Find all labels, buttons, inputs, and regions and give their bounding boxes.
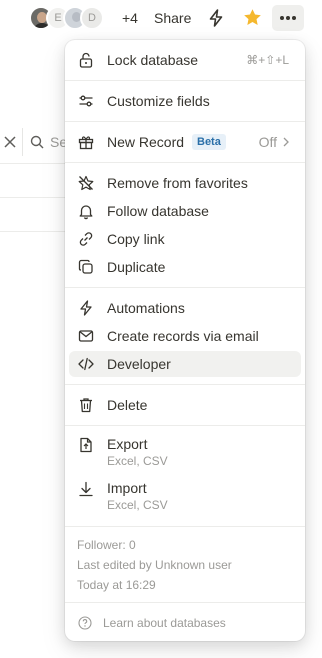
favorite-star-icon[interactable] bbox=[242, 7, 263, 28]
keyboard-shortcut: ⌘+⇧+L bbox=[246, 53, 289, 67]
share-button[interactable]: Share bbox=[154, 10, 191, 26]
ellipsis-icon bbox=[280, 16, 296, 20]
database-options-menu: Lock database ⌘+⇧+L Customize fields New… bbox=[65, 40, 305, 641]
automations-bolt-icon[interactable] bbox=[206, 8, 226, 28]
trash-icon bbox=[77, 396, 95, 414]
menu-item-automations[interactable]: Automations bbox=[69, 295, 301, 321]
menu-item-delete[interactable]: Delete bbox=[69, 392, 301, 418]
menu-separator bbox=[65, 384, 305, 385]
menu-item-lock-database[interactable]: Lock database ⌘+⇧+L bbox=[69, 47, 301, 73]
avatar[interactable]: D bbox=[80, 6, 104, 30]
last-edited-time: Today at 16:29 bbox=[77, 578, 156, 592]
divider bbox=[0, 163, 66, 164]
menu-separator bbox=[65, 287, 305, 288]
export-formats: Excel, CSV bbox=[107, 454, 168, 468]
divider bbox=[0, 231, 66, 232]
divider bbox=[0, 197, 66, 198]
help-icon bbox=[77, 615, 93, 631]
divider bbox=[22, 128, 23, 156]
learn-about-databases-link[interactable]: Learn about databases bbox=[73, 612, 297, 634]
bolt-icon bbox=[77, 299, 95, 317]
lock-icon bbox=[77, 51, 95, 69]
last-edited-by: Last edited by Unknown user bbox=[77, 558, 232, 572]
duplicate-icon bbox=[77, 258, 95, 276]
export-file-icon bbox=[77, 436, 95, 454]
menu-item-export[interactable]: Export Excel, CSV bbox=[69, 432, 301, 476]
menu-item-import[interactable]: Import Excel, CSV bbox=[69, 476, 301, 520]
menu-item-copy-link[interactable]: Copy link bbox=[69, 226, 301, 252]
import-formats: Excel, CSV bbox=[107, 498, 168, 512]
chevron-right-icon bbox=[281, 136, 291, 148]
close-icon[interactable] bbox=[2, 134, 18, 150]
menu-item-customize-fields[interactable]: Customize fields bbox=[69, 88, 301, 114]
gift-icon bbox=[77, 133, 95, 151]
mail-icon bbox=[77, 327, 95, 345]
bell-icon bbox=[77, 202, 95, 220]
menu-separator bbox=[65, 602, 305, 603]
star-off-icon bbox=[77, 174, 95, 192]
menu-item-follow-database[interactable]: Follow database bbox=[69, 198, 301, 224]
new-record-status: Off bbox=[258, 134, 277, 150]
menu-separator bbox=[65, 121, 305, 122]
menu-item-developer[interactable]: Developer bbox=[69, 351, 301, 377]
more-collaborators-count[interactable]: +4 bbox=[122, 10, 138, 26]
collaborator-avatars[interactable]: E D bbox=[29, 6, 109, 30]
menu-separator bbox=[65, 425, 305, 426]
top-bar: E D +4 Share bbox=[0, 0, 322, 38]
menu-separator bbox=[65, 162, 305, 163]
more-options-button[interactable] bbox=[272, 5, 304, 31]
menu-item-remove-from-favorites[interactable]: Remove from favorites bbox=[69, 170, 301, 196]
menu-item-duplicate[interactable]: Duplicate bbox=[69, 254, 301, 280]
follower-count: Follower: 0 bbox=[77, 538, 136, 552]
menu-item-new-record[interactable]: New Record Beta Off bbox=[69, 129, 301, 155]
code-icon bbox=[77, 355, 95, 373]
sliders-icon bbox=[77, 92, 95, 110]
menu-separator bbox=[65, 526, 305, 527]
download-arrow-icon bbox=[77, 480, 95, 498]
search-icon[interactable] bbox=[30, 135, 44, 149]
beta-badge: Beta bbox=[192, 134, 226, 150]
menu-separator bbox=[65, 80, 305, 81]
menu-item-create-records-via-email[interactable]: Create records via email bbox=[69, 323, 301, 349]
link-icon bbox=[77, 230, 95, 248]
